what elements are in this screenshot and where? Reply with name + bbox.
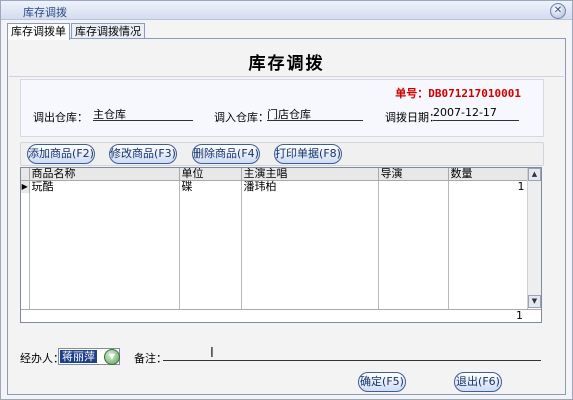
tab-label: 库存调拨单 xyxy=(11,25,66,38)
in-warehouse-label: 调入仓库： xyxy=(214,111,269,124)
cell-quantity[interactable]: 1 xyxy=(448,180,528,193)
out-warehouse-value: 主仓库 xyxy=(93,108,126,121)
confirm-button[interactable]: 确定(F5) xyxy=(358,372,406,392)
row-header-corner xyxy=(21,168,30,181)
window-title: 库存调拨 xyxy=(23,6,67,19)
remark-label: 备注： xyxy=(134,352,167,365)
items-table: 商品名称 单位 主演主唱 导演 数量 ▶ 玩酷 碟 潘玮柏 1 xyxy=(21,168,528,321)
items-grid[interactable]: 商品名称 单位 主演主唱 导演 数量 ▶ 玩酷 碟 潘玮柏 1 ▲ ▼ 1 xyxy=(20,167,542,323)
tab-panel: 库存调拨 单号：DB071217010001 调出仓库： 主仓库 调入仓库： 门… xyxy=(7,38,566,395)
tab-transfer-status[interactable]: 库存调拨情况 xyxy=(71,23,145,39)
out-warehouse-label: 调出仓库： xyxy=(33,111,88,124)
cell-unit[interactable]: 碟 xyxy=(179,180,242,193)
delete-item-button[interactable]: 删除商品(F4) xyxy=(192,144,260,164)
scroll-up-icon[interactable]: ▲ xyxy=(528,168,541,181)
tab-label: 库存调拨情况 xyxy=(75,25,141,38)
table-row[interactable]: ▶ 玩酷 碟 潘玮柏 1 xyxy=(21,180,528,193)
tab-transfer-order[interactable]: 库存调拨单 xyxy=(7,23,70,40)
title-bar: 库存调拨 ✕ xyxy=(1,1,572,20)
text-cursor-icon: I xyxy=(210,346,214,361)
column-header[interactable]: 单位 xyxy=(179,168,242,181)
grid-total-row: 1 xyxy=(21,309,541,322)
cell-singer[interactable]: 潘玮柏 xyxy=(241,180,379,193)
order-header: 单号：DB071217010001 调出仓库： 主仓库 调入仓库： 门店仓库 调… xyxy=(20,79,544,137)
column-header[interactable]: 数量 xyxy=(448,168,528,181)
date-label: 调拨日期： xyxy=(385,111,440,124)
table-header-row: 商品名称 单位 主演主唱 导演 数量 xyxy=(21,168,528,181)
current-row-indicator-icon: ▶ xyxy=(21,180,30,193)
column-header[interactable]: 商品名称 xyxy=(29,168,180,181)
vertical-scrollbar[interactable]: ▲ ▼ xyxy=(527,168,541,308)
in-warehouse-value: 门店仓库 xyxy=(267,108,311,121)
print-order-button[interactable]: 打印单据(F8) xyxy=(274,144,342,164)
scroll-down-icon[interactable]: ▼ xyxy=(528,295,541,308)
cell-director[interactable] xyxy=(378,180,449,193)
chevron-down-icon[interactable]: ▼ xyxy=(104,349,120,365)
doc-number-label: 单号： xyxy=(395,87,429,100)
out-warehouse-field[interactable]: 主仓库 xyxy=(93,106,193,121)
empty-grid-area xyxy=(21,193,528,321)
close-icon[interactable]: ✕ xyxy=(550,3,566,19)
add-item-button[interactable]: 添加商品(F2) xyxy=(27,144,95,164)
in-warehouse-field[interactable]: 门店仓库 xyxy=(267,106,363,121)
date-field[interactable]: 2007-12-17 xyxy=(433,106,519,121)
page-title: 库存调拨 xyxy=(248,54,325,74)
doc-number-value: DB071217010001 xyxy=(428,87,521,100)
remark-field[interactable] xyxy=(163,360,541,361)
column-header[interactable]: 主演主唱 xyxy=(241,168,379,181)
total-quantity: 1 xyxy=(516,309,523,322)
edit-item-button[interactable]: 修改商品(F3) xyxy=(109,144,177,164)
item-toolbar: 添加商品(F2) 修改商品(F3) 删除商品(F4) 打印单据(F8) xyxy=(20,142,544,166)
divider xyxy=(9,76,564,77)
handler-value: 蒋丽萍 xyxy=(60,350,97,363)
doc-number: 单号：DB071217010001 xyxy=(395,85,521,101)
handler-select[interactable]: 蒋丽萍 ▼ xyxy=(58,348,120,365)
cell-item-name[interactable]: 玩酷 xyxy=(29,180,180,193)
inventory-transfer-window: 库存调拨 ✕ 库存调拨单 库存调拨情况 库存调拨 单号：DB0712170100… xyxy=(0,0,573,400)
exit-button[interactable]: 退出(F6) xyxy=(454,372,502,392)
date-value: 2007-12-17 xyxy=(433,106,497,119)
column-header[interactable]: 导演 xyxy=(378,168,449,181)
